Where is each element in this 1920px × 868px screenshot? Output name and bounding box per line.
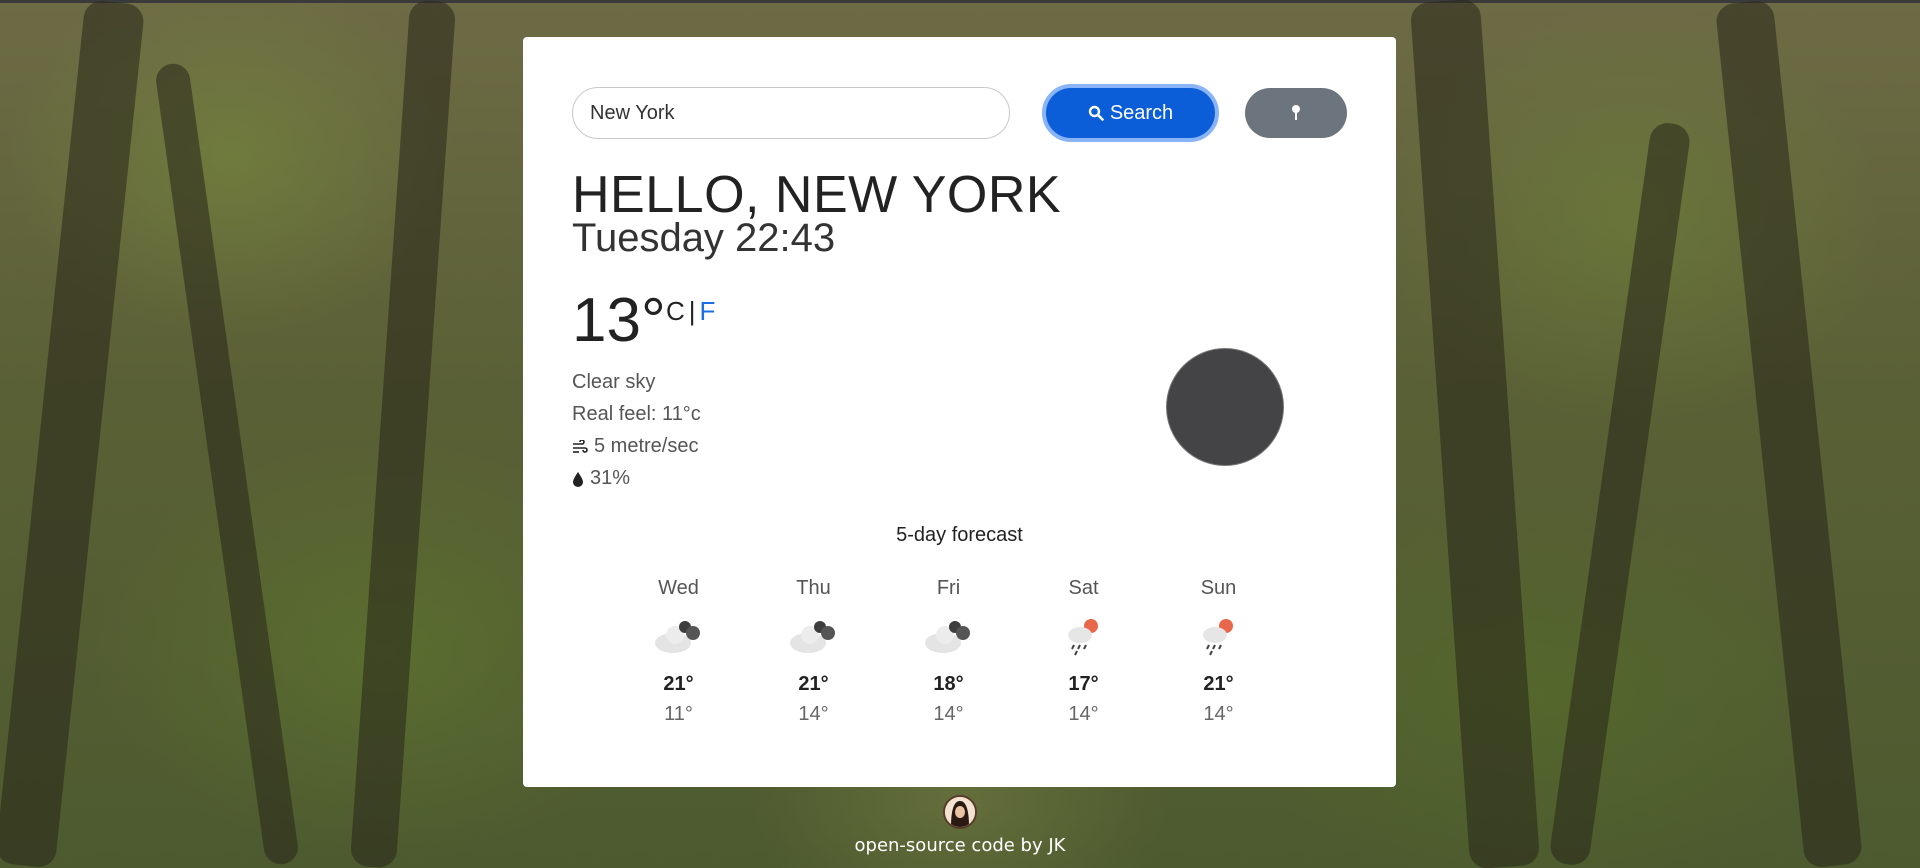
condition-text: Clear sky — [572, 371, 655, 394]
forecast-high: 21° — [798, 673, 829, 695]
unit-separator: | — [688, 296, 696, 326]
forecast-day-name: Sun — [1200, 577, 1237, 599]
condition-label: Clear sky — [572, 371, 656, 393]
footer-credit-link[interactable]: open-source code by JK — [0, 835, 1920, 856]
unit-toggle: C | F — [666, 296, 715, 327]
wind-icon — [573, 439, 588, 453]
weather-card: Search HELLO, NEW YORK Tuesday 22:43 13°… — [523, 37, 1396, 787]
forecast-day: Sun 21° 14° — [1151, 577, 1286, 726]
author-avatar[interactable] — [943, 795, 977, 829]
search-button[interactable]: Search — [1042, 84, 1219, 142]
background-tree — [349, 0, 457, 868]
cloudy-night-icon — [654, 621, 700, 653]
current-temperature: 13° — [572, 286, 666, 355]
forecast-low: 14° — [1203, 703, 1234, 725]
wind-speed: 5 metre/sec — [594, 435, 699, 457]
forecast-title: 5-day forecast — [896, 524, 1023, 546]
real-feel-text: Real feel: 11°c — [572, 403, 701, 426]
forecast-low: 14° — [933, 703, 964, 725]
rain-sun-icon — [1202, 619, 1233, 656]
forecast-day: Fri 18° 14° — [881, 577, 1016, 726]
rain-sun-icon — [1067, 619, 1098, 656]
forecast-list: Wed 21° 11° Thu 21° 14° Fri 18° 14° Sat … — [611, 577, 1286, 726]
forecast-high: 21° — [663, 673, 694, 695]
forecast-day-name: Thu — [796, 577, 831, 599]
forecast-high: 17° — [1068, 673, 1099, 695]
background-tree — [0, 0, 146, 868]
forecast-high: 18° — [933, 673, 964, 695]
search-button-label: Search — [1109, 101, 1174, 124]
search-icon — [1088, 105, 1104, 121]
window-top-border — [0, 0, 1920, 3]
current-datetime: Tuesday 22:43 — [572, 216, 836, 260]
real-feel-label: Real feel: 11°c — [572, 403, 701, 425]
forecast-low: 14° — [1068, 703, 1099, 725]
cloudy-night-icon — [789, 621, 835, 653]
wind-row: 5 metre/sec — [572, 435, 698, 458]
forecast-day-name: Wed — [658, 577, 699, 599]
unit-fahrenheit[interactable]: F — [700, 296, 716, 326]
city-search-input[interactable] — [572, 87, 1010, 139]
forecast-day-name: Sat — [1068, 577, 1099, 599]
humidity-row: 31% — [572, 467, 630, 490]
forecast-day-name: Fri — [936, 577, 961, 599]
forecast-high: 21° — [1203, 673, 1234, 695]
clear-night-icon — [1166, 348, 1284, 466]
current-location-button[interactable] — [1245, 88, 1347, 138]
unit-celsius[interactable]: C — [666, 296, 685, 326]
forecast-low: 14° — [798, 703, 829, 725]
location-pin-icon — [1292, 105, 1300, 120]
cloudy-night-icon — [924, 621, 970, 653]
forecast-day: Sat 17° 14° — [1016, 577, 1151, 726]
forecast-low: 11° — [664, 703, 693, 725]
avatar-portrait-icon — [945, 797, 975, 827]
forecast-day: Wed 21° 11° — [611, 577, 746, 726]
forecast-day: Thu 21° 14° — [746, 577, 881, 726]
humidity-value: 31% — [590, 467, 631, 489]
background-tree — [153, 61, 301, 867]
background-tree — [1409, 0, 1541, 868]
background-tree — [1548, 120, 1692, 868]
background-tree — [1714, 0, 1864, 868]
droplet-icon — [573, 471, 583, 487]
